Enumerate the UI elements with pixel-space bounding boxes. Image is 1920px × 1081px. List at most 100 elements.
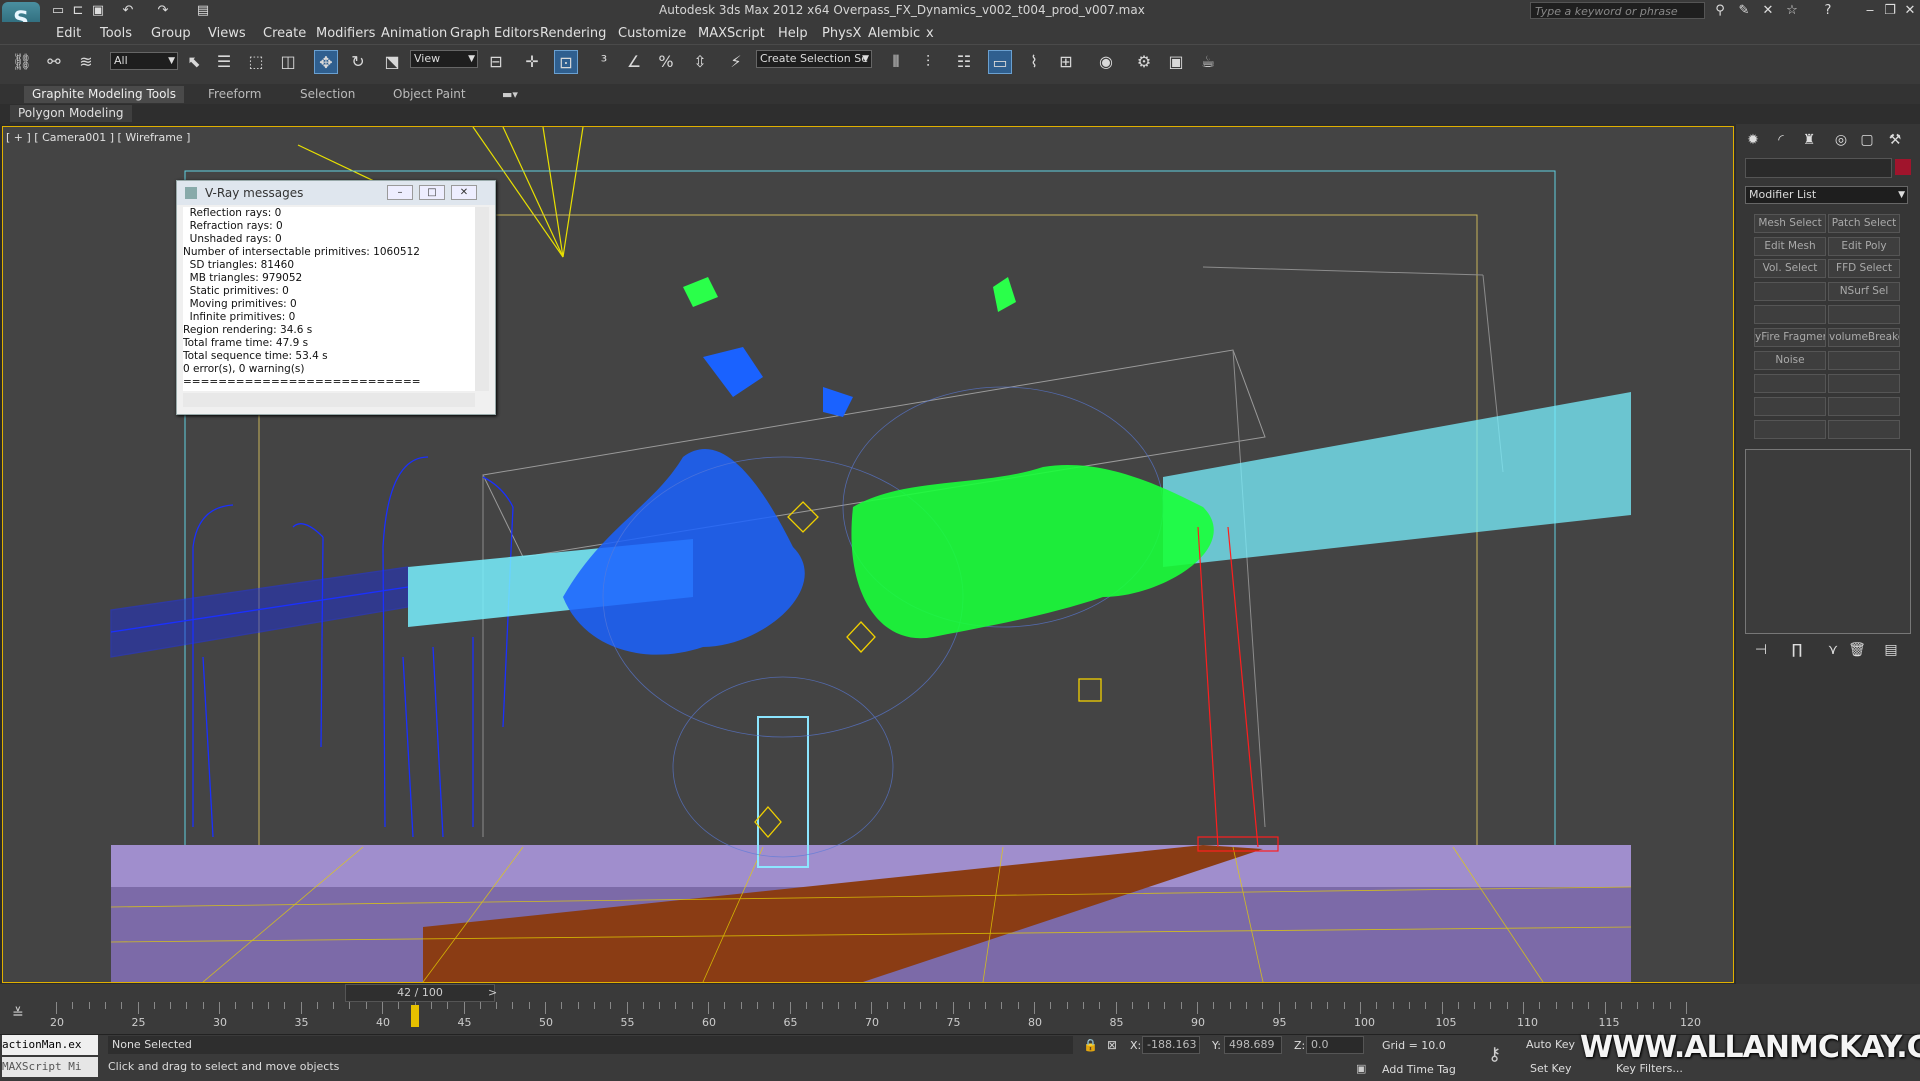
select-and-scale-icon[interactable]: ⬔	[380, 50, 404, 74]
time-tag-icon[interactable]: ▣	[1356, 1062, 1366, 1075]
menu-animation[interactable]: Animation	[381, 26, 447, 41]
vray-vertical-scrollbar[interactable]	[475, 207, 489, 391]
vray-messages-window[interactable]: V-Ray messages – □ ✕ Reflection rays: 0 …	[176, 180, 496, 415]
modifier-button[interactable]: Mesh Select	[1754, 214, 1826, 233]
render-setup-icon[interactable]: ⚙	[1132, 50, 1156, 74]
snaps-toggle-icon[interactable]: ³	[592, 50, 616, 74]
reference-coordinate-dropdown[interactable]: View ▼	[410, 50, 478, 68]
modifier-list-dropdown[interactable]: Modifier List ▼	[1745, 186, 1908, 204]
modifier-button[interactable]	[1828, 420, 1900, 439]
menu-create[interactable]: Create	[263, 26, 306, 41]
modifier-button[interactable]	[1754, 420, 1826, 439]
auto-key-button[interactable]: Auto Key	[1526, 1038, 1575, 1051]
search-input[interactable]: Type a keyword or phrase	[1530, 2, 1705, 19]
pivot-center-icon[interactable]: ⊟	[484, 50, 508, 74]
utilities-tab-icon[interactable]: ⚒	[1884, 130, 1906, 150]
minimize-icon[interactable]: ‒	[1862, 3, 1878, 19]
menu-tools[interactable]: Tools	[100, 26, 132, 41]
binoculars-icon[interactable]: ⚲	[1712, 3, 1728, 19]
schematic-view-icon[interactable]: ⊞	[1054, 50, 1078, 74]
communication-icon[interactable]: ✕	[1760, 3, 1776, 19]
modifier-button[interactable]: Edit Mesh	[1754, 237, 1826, 256]
bind-to-space-warp-icon[interactable]: ≋	[74, 50, 98, 74]
modifier-button[interactable]: Patch Select	[1828, 214, 1900, 233]
material-editor-icon[interactable]: ◉	[1094, 50, 1118, 74]
modifier-button[interactable]: Noise	[1754, 351, 1826, 370]
select-by-name-icon[interactable]: ☰	[212, 50, 236, 74]
modifier-button[interactable]	[1828, 305, 1900, 324]
unlink-icon[interactable]: ⚯	[42, 50, 66, 74]
display-tab-icon[interactable]: ▢	[1856, 130, 1878, 150]
maxscript-listener-field[interactable]: actionMan.ex	[2, 1035, 98, 1055]
angle-snap-icon[interactable]: ∠	[622, 50, 646, 74]
modifier-button[interactable]: volumeBreaker	[1828, 328, 1900, 347]
named-selection-dropdown[interactable]: Create Selection Se ▼	[756, 50, 872, 68]
time-slider[interactable]: 42 / 100	[345, 984, 495, 1002]
vray-title-bar[interactable]: V-Ray messages – □ ✕	[177, 181, 495, 205]
set-key-mode-icon[interactable]: ⚷	[1488, 1044, 1501, 1065]
select-and-rotate-icon[interactable]: ↻	[346, 50, 370, 74]
timeline-ruler[interactable]: 20 25 30 35 40 45 50 55 60 65 70 75 80 85 90 95 100 105 11…	[50, 1002, 1701, 1032]
menu-graph-editors[interactable]: Graph Editors	[450, 26, 539, 41]
render-production-icon[interactable]: ☕	[1196, 50, 1220, 74]
favorites-star-icon[interactable]: ☆	[1784, 3, 1800, 19]
mirror-icon[interactable]: ⫴	[884, 50, 908, 74]
menu-help[interactable]: Help	[778, 26, 808, 41]
configure-modifier-sets-icon[interactable]: ▤	[1880, 640, 1902, 660]
undo-icon[interactable]: ↶	[120, 3, 136, 19]
rendered-frame-window-icon[interactable]: ▣	[1164, 50, 1188, 74]
create-tab-icon[interactable]: ✹	[1742, 130, 1764, 150]
spinner-snap-icon[interactable]: ⇳	[688, 50, 712, 74]
modifier-button[interactable]: Vol. Select	[1754, 259, 1826, 278]
modifier-button[interactable]	[1754, 397, 1826, 416]
restore-icon[interactable]: ❐	[1882, 3, 1898, 19]
vray-maximize-button[interactable]: □	[419, 185, 445, 200]
edit-named-selection-icon[interactable]: ⚡	[724, 50, 748, 74]
menu-customize[interactable]: Customize	[618, 26, 686, 41]
modifier-button[interactable]: Edit Poly	[1828, 237, 1900, 256]
object-color-swatch[interactable]	[1895, 159, 1911, 175]
make-unique-icon[interactable]: ⋎	[1822, 640, 1844, 660]
maxscript-mini-listener[interactable]: MAXScript Mi	[2, 1057, 98, 1077]
modifier-stack[interactable]	[1745, 449, 1911, 634]
align-icon[interactable]: ⫶	[916, 50, 940, 74]
select-and-manipulate-icon[interactable]: ✛	[520, 50, 544, 74]
ribbon-options-icon[interactable]: ▬▾	[502, 88, 518, 101]
graphite-toggle-icon[interactable]: ▭	[988, 50, 1012, 74]
mini-curve-editor-icon[interactable]: ≚	[12, 1006, 24, 1022]
keyboard-shortcut-override-icon[interactable]: ⊡	[554, 50, 578, 74]
time-slider-next-icon[interactable]: >	[488, 986, 497, 999]
z-coordinate-field[interactable]: 0.0	[1306, 1036, 1364, 1054]
menu-physx[interactable]: PhysX	[822, 26, 861, 41]
viewport-label-menu[interactable]: [ + ] [ Camera001 ] [ Wireframe ]	[6, 131, 190, 144]
modifier-button[interactable]: FFD Select	[1828, 259, 1900, 278]
menu-close-x[interactable]: x	[926, 26, 934, 41]
rectangular-selection-icon[interactable]: ⬚	[244, 50, 268, 74]
window-crossing-icon[interactable]: ◫	[276, 50, 300, 74]
tab-object-paint[interactable]: Object Paint	[385, 86, 474, 103]
select-and-move-icon[interactable]: ✥	[314, 50, 338, 74]
menu-modifiers[interactable]: Modifiers	[316, 26, 375, 41]
modifier-button[interactable]: NSurf Sel	[1828, 282, 1900, 301]
y-coordinate-field[interactable]: 498.689	[1224, 1036, 1282, 1054]
menu-views[interactable]: Views	[208, 26, 246, 41]
curve-editor-icon[interactable]: ⌇	[1022, 50, 1046, 74]
hierarchy-tab-icon[interactable]: ♜	[1798, 130, 1820, 150]
modify-tab-icon[interactable]: ◜	[1770, 130, 1792, 150]
vray-log-text[interactable]: Reflection rays: 0 Refraction rays: 0 Un…	[183, 207, 475, 391]
vray-minimize-button[interactable]: –	[387, 185, 413, 200]
percent-snap-icon[interactable]: %	[654, 50, 678, 74]
tab-freeform[interactable]: Freeform	[200, 86, 269, 103]
modifier-button[interactable]	[1754, 374, 1826, 393]
object-name-field[interactable]	[1745, 158, 1892, 178]
motion-tab-icon[interactable]: ◎	[1830, 130, 1852, 150]
layer-manager-icon[interactable]: ☷	[952, 50, 976, 74]
vray-close-button[interactable]: ✕	[451, 185, 477, 200]
absolute-offset-icon[interactable]: ⊠	[1107, 1038, 1117, 1052]
modifier-button[interactable]	[1828, 351, 1900, 370]
modifier-button[interactable]	[1828, 397, 1900, 416]
modifier-button[interactable]	[1828, 374, 1900, 393]
x-coordinate-field[interactable]: -188.163	[1142, 1036, 1200, 1054]
new-file-icon[interactable]: ▭	[50, 3, 66, 19]
save-icon[interactable]: ▣	[90, 3, 106, 19]
